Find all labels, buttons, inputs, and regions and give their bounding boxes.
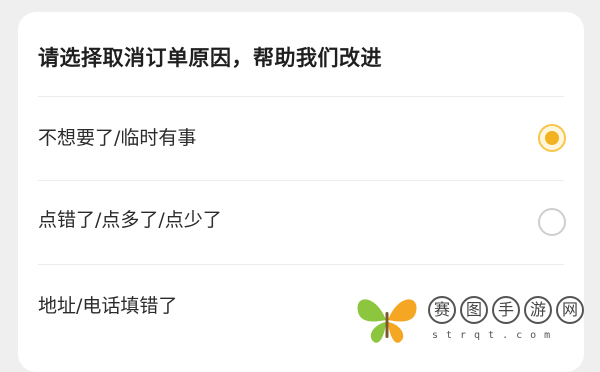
watermark-char: 手: [492, 296, 520, 324]
dialog-title: 请选择取消订单原因，帮助我们改进: [38, 46, 382, 70]
reason-option-label: 地址/电话填错了: [38, 295, 178, 317]
reason-option-label: 不想要了/临时有事: [38, 127, 197, 149]
reason-option-1[interactable]: 不想要了/临时有事: [18, 96, 584, 180]
reason-option-2[interactable]: 点错了/点多了/点少了: [18, 180, 584, 264]
watermark-char: 游: [524, 296, 552, 324]
radio-dot: [545, 131, 559, 145]
watermark-char: 赛: [428, 296, 456, 324]
radio-selected-icon[interactable]: [538, 124, 566, 152]
watermark: 赛 图 手 游 网 strqt.com: [352, 292, 592, 348]
watermark-url: strqt.com: [432, 330, 559, 341]
butterfly-logo-icon: [357, 299, 417, 343]
watermark-chars: 赛 图 手 游 网: [428, 296, 584, 324]
reason-option-label: 点错了/点多了/点少了: [38, 209, 222, 231]
watermark-char: 网: [556, 296, 584, 324]
watermark-char: 图: [460, 296, 488, 324]
radio-unselected-icon[interactable]: [538, 208, 566, 236]
